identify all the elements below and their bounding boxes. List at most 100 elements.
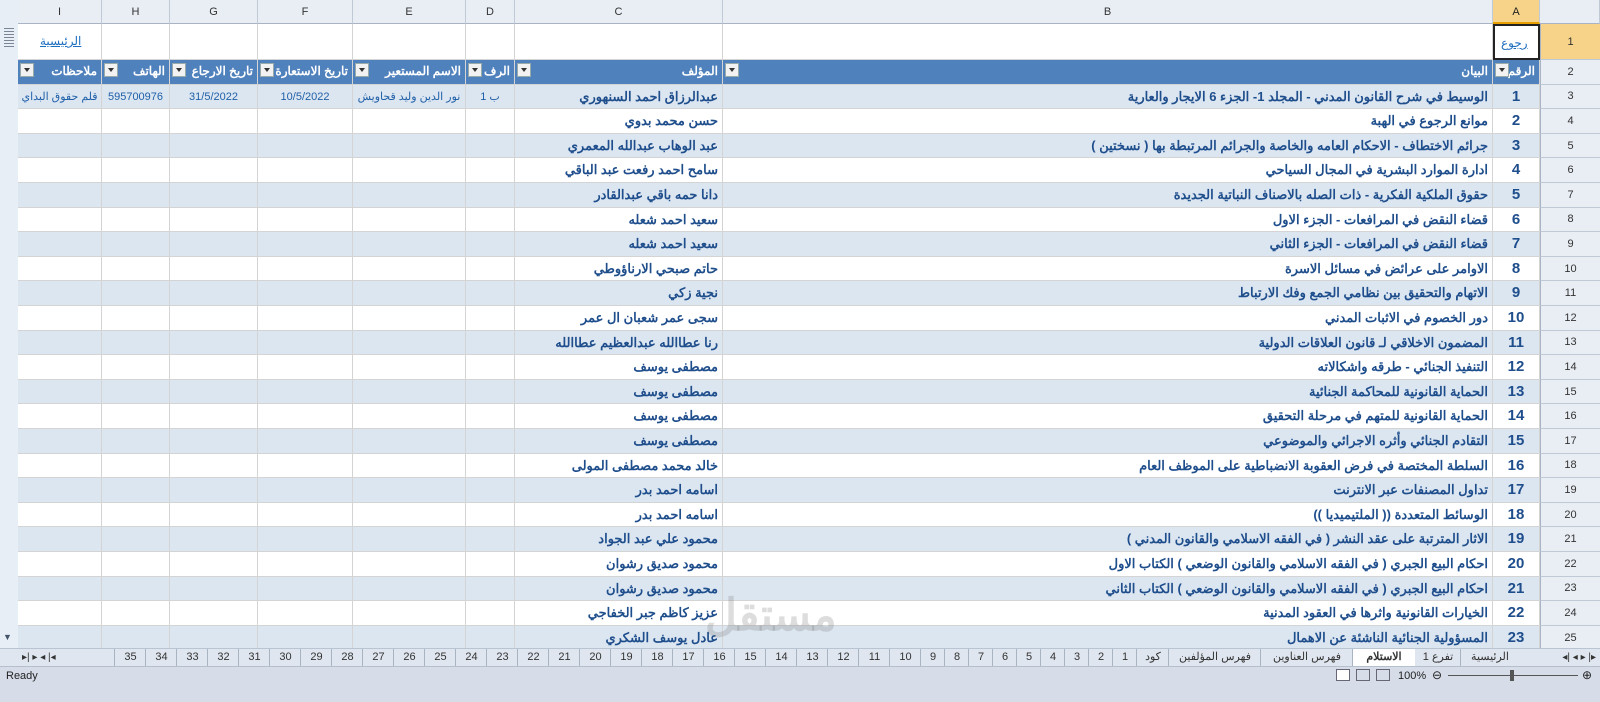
phone-cell[interactable] [102, 183, 170, 208]
shelf-cell[interactable] [466, 183, 515, 208]
phone-cell[interactable] [102, 429, 170, 454]
book-author[interactable]: مصطفى يوسف [515, 355, 723, 380]
row-header[interactable]: 7 [1540, 183, 1600, 208]
notes-cell[interactable] [18, 527, 102, 552]
sheet-tab[interactable]: 6 [992, 649, 1017, 666]
sheet-tab[interactable]: 2 [1088, 649, 1113, 666]
row-header[interactable]: 21 [1540, 527, 1600, 552]
filter-dropdown-icon[interactable] [517, 63, 531, 77]
return-date-cell[interactable] [170, 625, 258, 651]
zoom-slider-thumb[interactable] [1510, 670, 1514, 681]
borrow-date-cell[interactable] [258, 552, 353, 577]
borrower-cell[interactable] [353, 232, 466, 257]
borrower-cell[interactable] [353, 109, 466, 134]
shelf-cell[interactable]: ب 1 [466, 84, 515, 110]
split-box[interactable] [0, 0, 19, 64]
borrower-cell[interactable] [353, 330, 466, 356]
return-date-cell[interactable] [170, 355, 258, 380]
column-header-i[interactable]: I [18, 0, 102, 24]
row-header[interactable]: 2 [1540, 60, 1600, 85]
book-title[interactable]: الاوامر على عرائض في مسائل الاسرة [723, 256, 1493, 282]
row-header[interactable]: 16 [1540, 404, 1600, 429]
phone-cell[interactable] [102, 601, 170, 626]
borrower-cell[interactable] [353, 158, 466, 183]
book-author[interactable]: اسامه احمد بدر [515, 502, 723, 528]
borrow-date-cell[interactable] [258, 429, 353, 454]
row-number[interactable]: 7 [1493, 232, 1540, 257]
return-date-cell[interactable] [170, 453, 258, 479]
row-number[interactable]: 11 [1493, 330, 1540, 356]
notes-cell[interactable] [18, 355, 102, 380]
row-header[interactable]: 4 [1540, 109, 1600, 134]
borrower-cell[interactable] [353, 625, 466, 651]
book-title[interactable]: تداول المصنفات عبر الانترنت [723, 478, 1493, 503]
page-break-view-icon[interactable] [1376, 669, 1390, 681]
column-header-h[interactable]: H [102, 0, 170, 24]
page-layout-view-icon[interactable] [1356, 669, 1370, 681]
shelf-cell[interactable] [466, 158, 515, 183]
book-author[interactable]: رنا عطاالله عبدالعظيم عطاالله [515, 330, 723, 356]
sheet-tab[interactable]: 1 [1112, 649, 1137, 666]
column-header-b[interactable]: B [723, 0, 1493, 24]
sheet-tab[interactable]: 35 [114, 649, 146, 666]
sheet-tab[interactable]: 29 [300, 649, 332, 666]
table-header-f[interactable]: تاريخ الاستعارة [258, 60, 353, 85]
row-header[interactable]: 13 [1540, 330, 1600, 356]
sheet-tab[interactable]: 13 [796, 649, 828, 666]
sheet-tab[interactable]: 7 [968, 649, 993, 666]
sheet-tab[interactable]: 33 [176, 649, 208, 666]
table-header-a[interactable]: الرقم [1493, 60, 1540, 85]
borrower-cell[interactable] [353, 256, 466, 282]
row-number[interactable]: 15 [1493, 429, 1540, 454]
notes-cell[interactable] [18, 109, 102, 134]
borrow-date-cell[interactable] [258, 453, 353, 479]
borrow-date-cell[interactable] [258, 379, 353, 405]
borrower-cell[interactable] [353, 281, 466, 306]
phone-cell[interactable] [102, 306, 170, 331]
shelf-cell[interactable] [466, 306, 515, 331]
cell-row1-e[interactable] [353, 24, 466, 60]
return-date-cell[interactable] [170, 502, 258, 528]
notes-cell[interactable] [18, 601, 102, 626]
row-number[interactable]: 12 [1493, 355, 1540, 380]
filter-dropdown-icon[interactable] [355, 63, 369, 77]
borrow-date-cell[interactable] [258, 355, 353, 380]
column-header-d[interactable]: D [466, 0, 515, 24]
notes-cell[interactable] [18, 453, 102, 479]
shelf-cell[interactable] [466, 256, 515, 282]
sheet-tab[interactable]: 34 [145, 649, 177, 666]
sheet-tab[interactable]: فهرس المؤلفين [1168, 649, 1261, 666]
sheet-tab[interactable]: فهرس العناوين [1260, 649, 1353, 666]
book-title[interactable]: موانع الرجوع في الهبة [723, 109, 1493, 134]
table-header-h[interactable]: الهاتف [102, 60, 170, 85]
borrow-date-cell[interactable] [258, 478, 353, 503]
cell-row1-a[interactable]: رجوع [1493, 24, 1540, 60]
phone-cell[interactable] [102, 404, 170, 429]
borrow-date-cell[interactable] [258, 207, 353, 233]
shelf-cell[interactable] [466, 527, 515, 552]
row-header[interactable]: 10 [1540, 256, 1600, 282]
book-author[interactable]: عبد الوهاب عبدالله المعمري [515, 133, 723, 159]
phone-cell[interactable] [102, 133, 170, 159]
row-header[interactable]: 14 [1540, 355, 1600, 380]
notes-cell[interactable] [18, 330, 102, 356]
column-header-e[interactable]: E [353, 0, 466, 24]
filter-dropdown-icon[interactable] [172, 63, 186, 77]
book-title[interactable]: الاتهام والتحقيق بين نظامي الجمع وفك الا… [723, 281, 1493, 306]
borrower-cell[interactable] [353, 502, 466, 528]
book-title[interactable]: حقوق الملكية الفكرية - ذات الصله بالاصنا… [723, 183, 1493, 208]
notes-cell[interactable] [18, 429, 102, 454]
book-author[interactable]: عادل يوسف الشكري [515, 625, 723, 651]
book-title[interactable]: قضاء النقض في المرافعات - الجزء الثاني [723, 232, 1493, 257]
row-header[interactable]: 22 [1540, 552, 1600, 577]
row-number[interactable]: 9 [1493, 281, 1540, 306]
row-number[interactable]: 17 [1493, 478, 1540, 503]
row-header[interactable]: 9 [1540, 232, 1600, 257]
borrower-cell[interactable]: نور الدين وليد قحاويش [353, 84, 466, 110]
phone-cell[interactable] [102, 256, 170, 282]
filter-dropdown-icon[interactable] [104, 63, 118, 77]
sheet-tab[interactable]: الرئيسية [1460, 649, 1519, 666]
phone-cell[interactable] [102, 158, 170, 183]
phone-cell[interactable] [102, 330, 170, 356]
book-title[interactable]: جرائم الاختطاف - الاحكام العامه والخاصة … [723, 133, 1493, 159]
